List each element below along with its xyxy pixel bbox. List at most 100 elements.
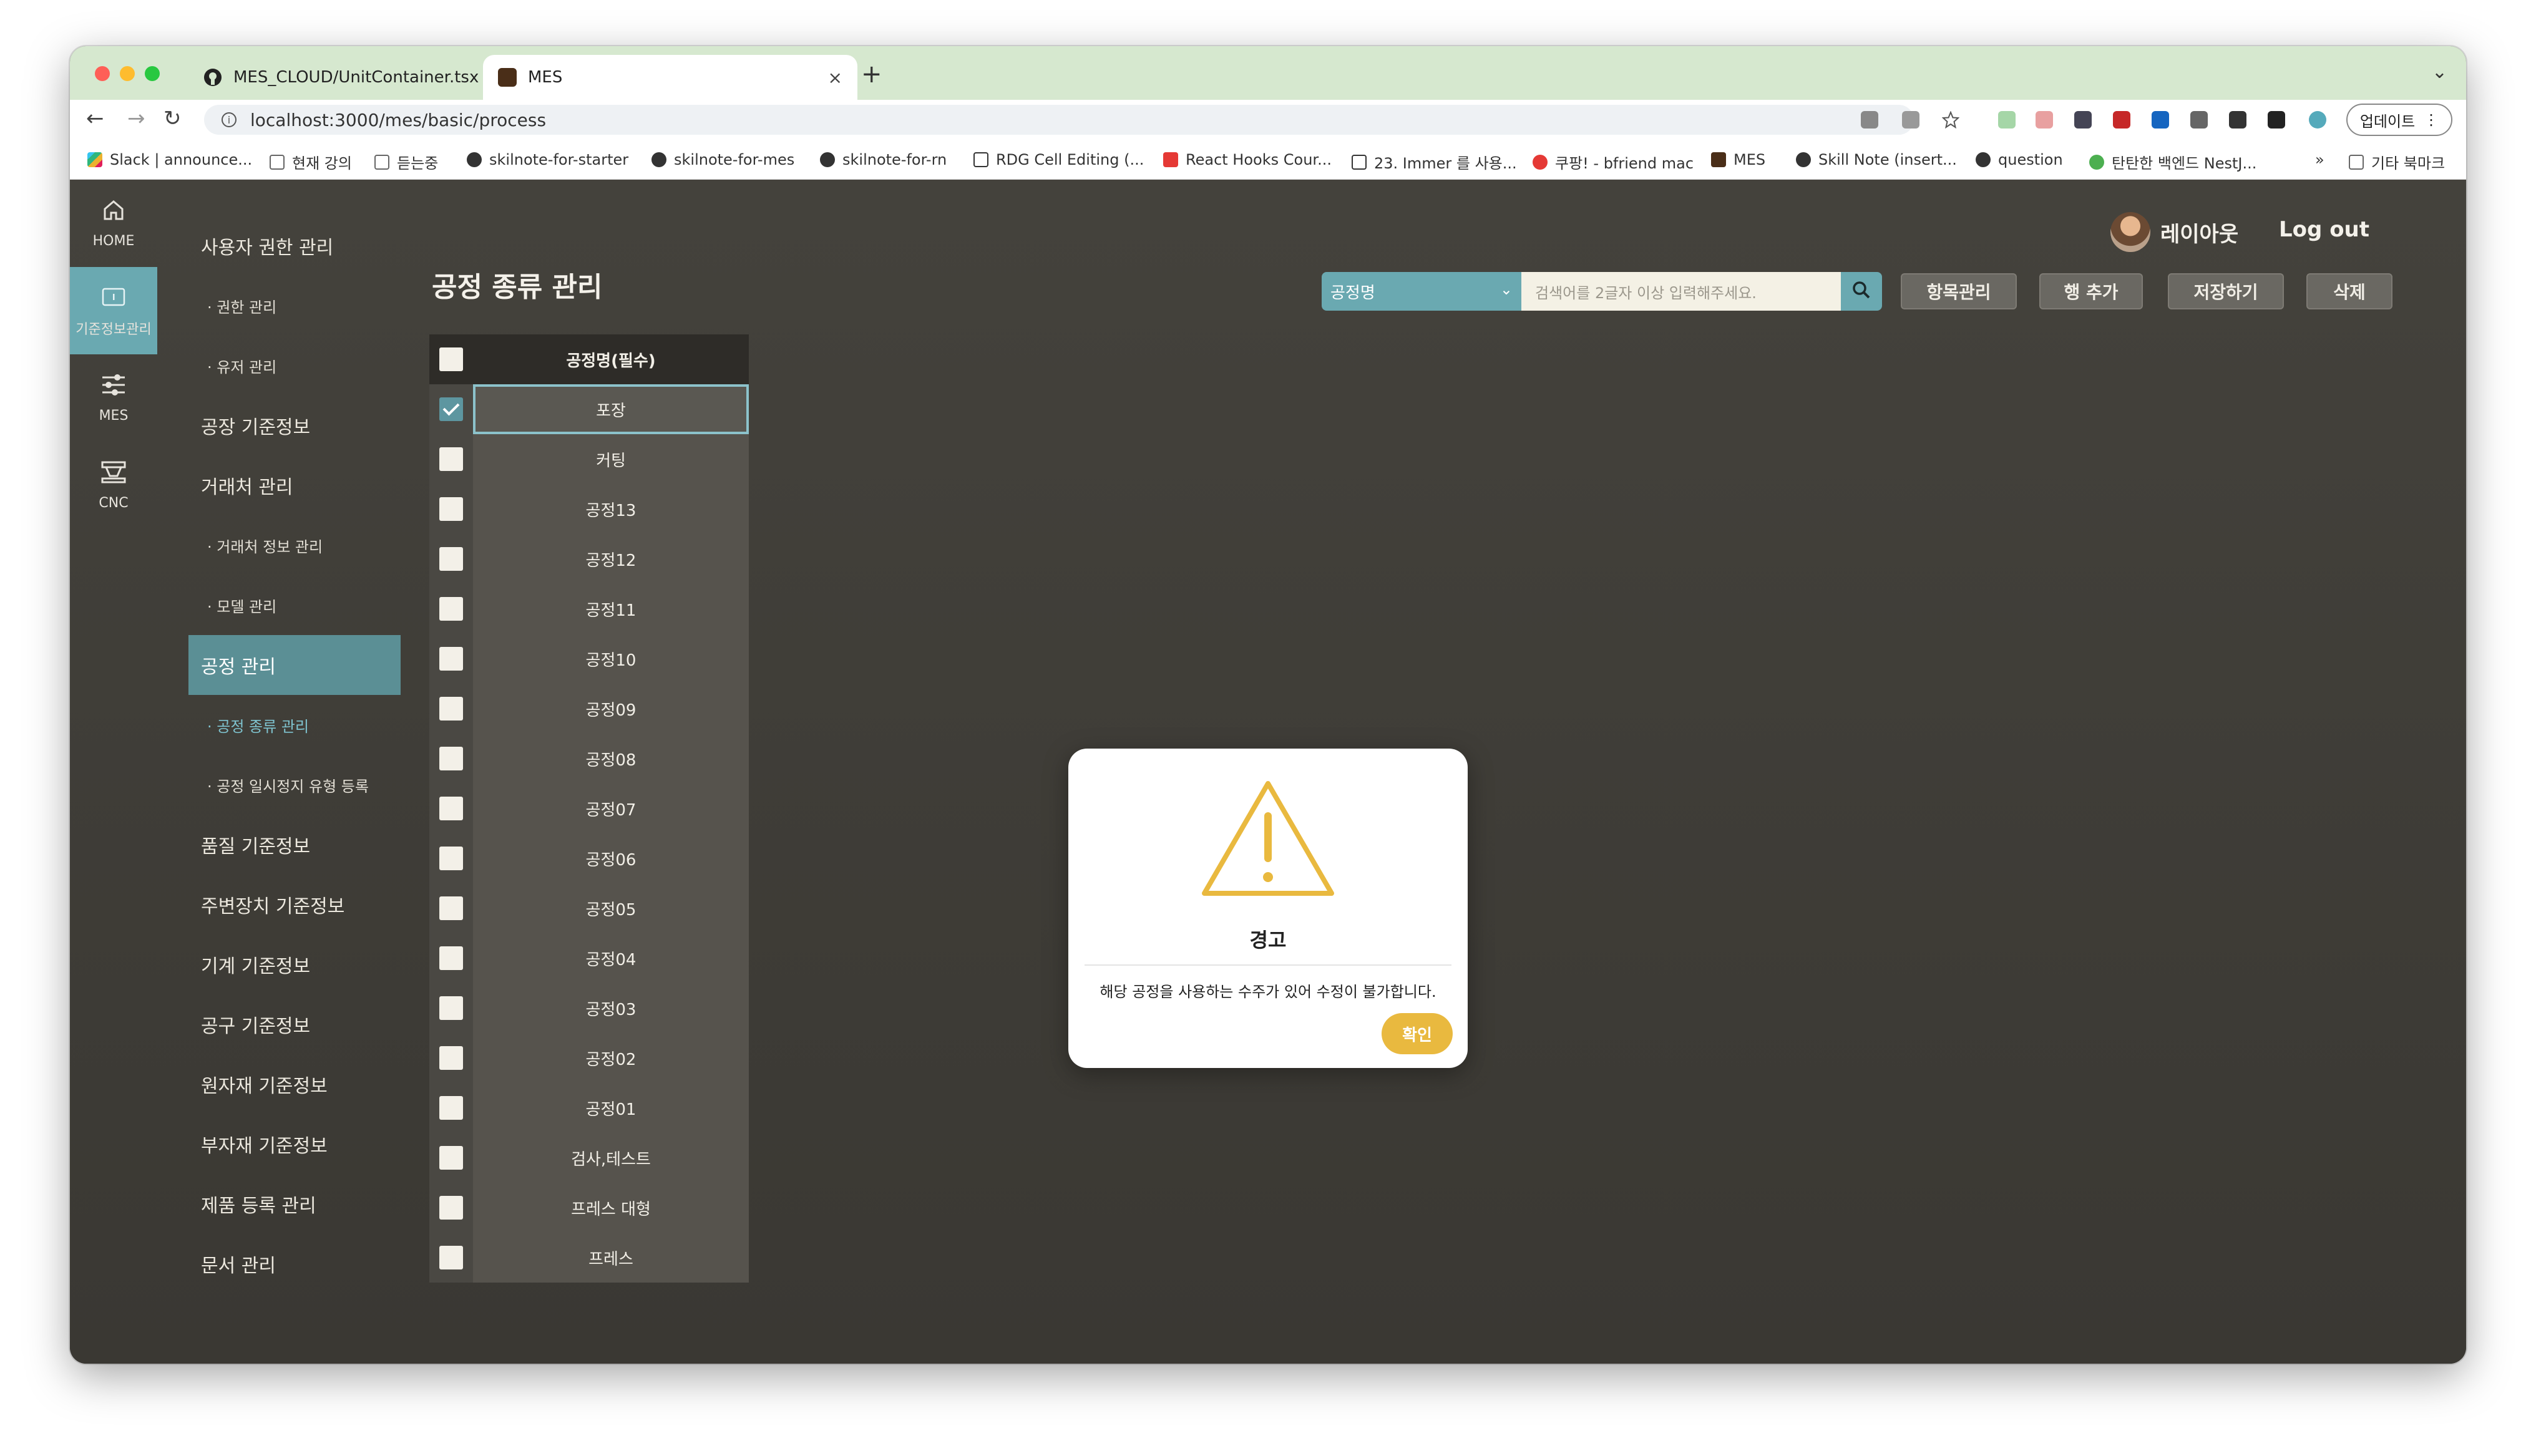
table-row[interactable]: 공정08 [429,734,749,784]
sidebar-item-peripherals[interactable]: 주변장치 기준정보 [188,875,401,934]
table-row[interactable]: 프레스 대형 [429,1183,749,1233]
table-row[interactable]: 커팅 [429,434,749,484]
puzzle-icon[interactable] [2229,111,2246,129]
sidebar-item-user-permission[interactable]: 사용자 권한 관리 [188,216,401,276]
rail-home[interactable]: HOME [70,180,157,267]
table-row[interactable]: 공정06 [429,833,749,883]
sidebar-item-tools[interactable]: 공구 기준정보 [188,994,401,1054]
process-name-cell[interactable]: 공정04 [473,933,749,983]
row-checkbox[interactable] [439,497,463,521]
row-checkbox[interactable] [439,946,463,970]
avatar[interactable] [2110,212,2150,252]
sidebar-item-client-info[interactable]: · 거래처 정보 관리 [188,515,401,575]
row-checkbox[interactable] [439,1246,463,1269]
sidebar-item-raw-materials[interactable]: 원자재 기준정보 [188,1054,401,1114]
extension-icon[interactable] [2074,111,2092,129]
table-row[interactable]: 공정03 [429,983,749,1033]
table-row[interactable]: 공정10 [429,634,749,684]
table-row[interactable]: 공정11 [429,584,749,634]
sidebar-item-sub-materials[interactable]: 부자재 기준정보 [188,1114,401,1174]
bookmark-item[interactable]: skilnote-for-starter [467,151,628,168]
sidebar-item-documents[interactable]: 문서 관리 [188,1234,401,1294]
bookmark-item[interactable]: 듣는중 [374,151,438,173]
table-row[interactable]: 공정05 [429,883,749,933]
sidebar-item-machines[interactable]: 기계 기준정보 [188,934,401,994]
table-row[interactable]: 공정02 [429,1033,749,1083]
bookmark-item[interactable]: 쿠팡! - bfriend mac [1533,151,1694,173]
bookmark-item[interactable]: 탄탄한 백엔드 NestJ... [2089,151,2256,173]
sidebar-item-process-pause[interactable]: · 공정 일시정지 유형 등록 [188,755,401,815]
extension-icon[interactable] [2152,111,2169,129]
add-row-button[interactable]: 행 추가 [2039,273,2143,309]
row-checkbox[interactable] [439,547,463,571]
row-checkbox[interactable] [439,1096,463,1120]
sidebar-item-process-types[interactable]: · 공정 종류 관리 [188,695,401,755]
table-row[interactable]: 공정09 [429,684,749,734]
process-name-cell[interactable]: 공정06 [473,833,749,883]
column-header-process-name[interactable]: 공정명(필수) [473,334,749,384]
new-tab-button[interactable]: + [861,60,882,89]
bookmark-item[interactable]: skilnote-for-mes [651,151,794,168]
table-row[interactable]: 공정12 [429,534,749,584]
row-checkbox[interactable] [439,847,463,870]
row-checkbox[interactable] [439,1046,463,1070]
process-name-cell[interactable]: 포장 [473,384,749,434]
sidebar-item-models[interactable]: · 모델 관리 [188,575,401,635]
sidebar-item-clients[interactable]: 거래처 관리 [188,455,401,515]
minimize-window-button[interactable] [120,66,135,81]
sidebar-item-products[interactable]: 제품 등록 관리 [188,1174,401,1234]
process-name-cell[interactable]: 공정03 [473,983,749,1033]
address-bar[interactable]: i localhost:3000/mes/basic/process [204,105,1914,135]
update-button[interactable]: 업데이트 ⋮ [2346,104,2452,136]
sidebar-item-users[interactable]: · 유저 관리 [188,336,401,396]
extension-icon[interactable] [2190,111,2208,129]
select-all-checkbox[interactable] [439,347,463,371]
kebab-menu-icon[interactable]: ⋮ [2424,111,2439,129]
sidebar-item-process[interactable]: 공정 관리 [188,635,401,695]
row-checkbox[interactable] [439,797,463,820]
share-icon[interactable] [1902,111,1919,129]
bookmark-item[interactable]: RDG Cell Editing (... [973,151,1144,168]
rail-mes[interactable]: MES [70,354,157,442]
row-checkbox[interactable] [439,647,463,671]
process-name-cell[interactable]: 공정02 [473,1033,749,1083]
process-name-cell[interactable]: 공정08 [473,734,749,784]
rail-cnc[interactable]: CNC [70,442,157,529]
manage-columns-button[interactable]: 항목관리 [1901,273,2017,309]
rail-basic-info[interactable]: 기준정보관리 [70,267,157,354]
other-bookmarks[interactable]: 기타 북마크 [2349,151,2445,173]
bookmarks-overflow-button[interactable]: » [2315,151,2324,168]
star-icon[interactable] [1941,110,1960,129]
process-name-cell[interactable]: 공정05 [473,883,749,933]
side-panel-icon[interactable] [2268,111,2285,129]
process-name-cell[interactable]: 공정10 [473,634,749,684]
bookmark-item[interactable]: Skill Note (insert... [1796,151,1957,168]
user-name[interactable]: 레이아웃 [2160,217,2238,248]
profile-avatar-icon[interactable] [2309,111,2326,129]
bookmark-item[interactable]: Slack | announce... [87,151,252,168]
process-name-cell[interactable]: 검사,테스트 [473,1133,749,1183]
extension-icon[interactable] [2113,111,2130,129]
bookmark-item[interactable]: 현재 강의 [270,151,352,173]
process-name-cell[interactable]: 프레스 대형 [473,1183,749,1233]
row-checkbox[interactable] [439,896,463,920]
confirm-button[interactable]: 확인 [1382,1013,1453,1054]
sidebar-item-factory[interactable]: 공장 기준정보 [188,396,401,455]
logout-button[interactable]: Log out [2279,217,2369,242]
bookmark-item[interactable]: skilnote-for-rn [820,151,947,168]
sidebar-item-permission[interactable]: · 권한 관리 [188,276,401,336]
bookmark-item[interactable]: React Hooks Cour... [1163,151,1332,168]
tab-mes[interactable]: MES × [483,55,857,100]
process-name-cell[interactable]: 공정12 [473,534,749,584]
close-tab-icon[interactable]: × [828,67,842,88]
table-row[interactable]: 공정01 [429,1083,749,1133]
table-row[interactable]: 포장 [429,384,749,434]
process-name-cell[interactable]: 공정13 [473,484,749,534]
process-name-cell[interactable]: 공정07 [473,784,749,833]
process-name-cell[interactable]: 공정01 [473,1083,749,1133]
bookmark-item[interactable]: MES [1711,151,1765,168]
row-checkbox[interactable] [439,597,463,621]
back-arrow-icon[interactable]: ← [86,106,104,131]
process-name-cell[interactable]: 공정09 [473,684,749,734]
close-window-button[interactable] [95,66,110,81]
